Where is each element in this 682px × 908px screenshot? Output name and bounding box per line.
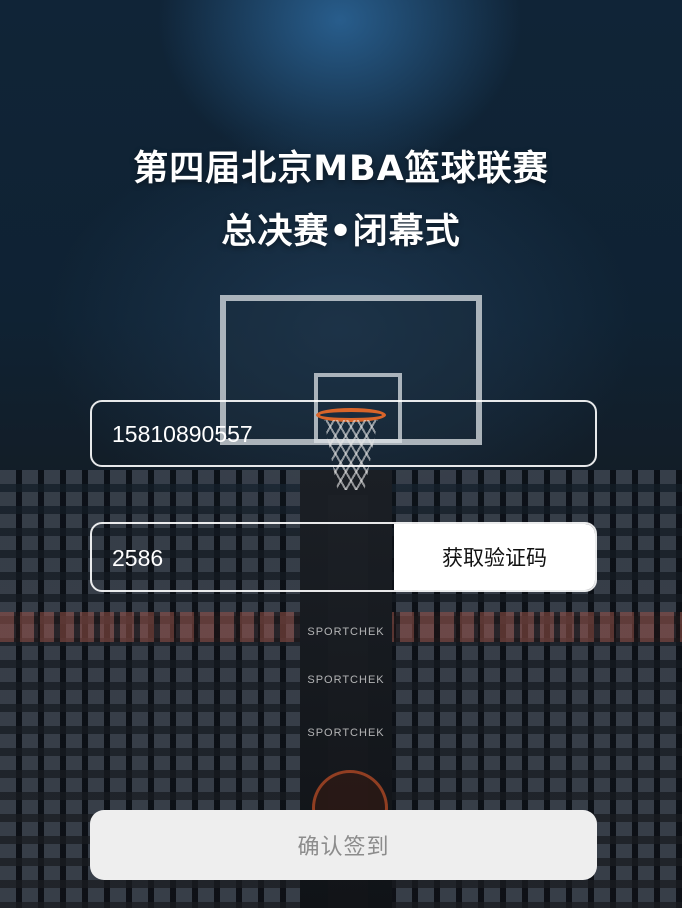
phone-field (90, 400, 597, 467)
confirm-checkin-button[interactable]: 确认签到 (90, 810, 597, 880)
sponsor-logo: SPORTCHEK (307, 674, 385, 686)
verification-code-input[interactable] (110, 524, 394, 590)
page-title: 第四届北京MBA篮球联赛 (133, 149, 549, 189)
get-code-button[interactable]: 获取验证码 (394, 524, 595, 590)
sponsor-logo: SPORTCHEK (307, 727, 385, 739)
sponsor-logo: SPORTCHEK (307, 626, 385, 638)
page-subtitle: 总决赛•闭幕式 (221, 212, 461, 252)
verification-code-field: 获取验证码 (90, 522, 597, 592)
phone-input[interactable] (110, 402, 574, 467)
